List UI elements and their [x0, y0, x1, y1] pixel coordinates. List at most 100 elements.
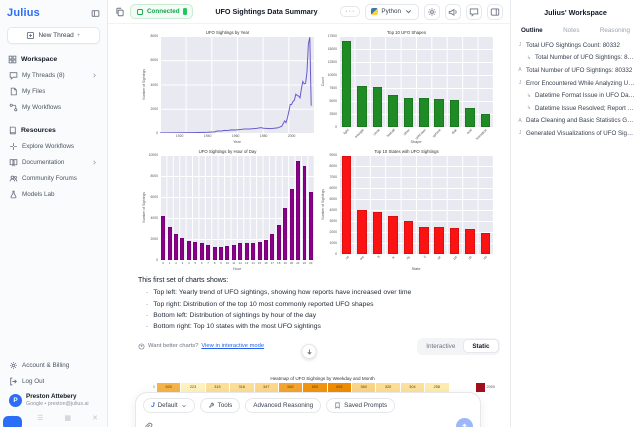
- settings-button[interactable]: [424, 3, 440, 20]
- heatmap-cell[interactable]: 520: [157, 382, 181, 392]
- x-tick: az: [436, 255, 442, 261]
- bar-slot: [339, 36, 354, 127]
- y-tick: 0: [335, 125, 337, 129]
- avatar: P: [9, 393, 22, 407]
- saved-prompts-button[interactable]: Saved Prompts: [326, 398, 396, 413]
- sidebar-item-my-threads-8-[interactable]: My Threads (8): [7, 67, 100, 83]
- outline-item[interactable]: A Data Cleaning and Basic Statistics Gene…: [511, 115, 640, 128]
- x-tick: fireball: [385, 128, 396, 138]
- attach-file-button[interactable]: [143, 422, 153, 427]
- bar-slot: [431, 155, 446, 254]
- people-icon: [9, 174, 18, 183]
- bar: [480, 114, 491, 127]
- tab-outline[interactable]: Outline: [521, 27, 543, 34]
- sidebar-item-models-lab[interactable]: Models Lab: [7, 186, 100, 202]
- connected-status[interactable]: Connected: [130, 4, 193, 19]
- heatmap-cell[interactable]: 582: [278, 382, 303, 392]
- message-composer: J Default Tools Advanced Reasoning Saved P…: [135, 392, 481, 427]
- y-tick: 9000: [329, 153, 337, 157]
- collapse-sidebar-icon[interactable]: [91, 9, 100, 18]
- outline-item[interactable]: J Error Encountered While Analyzing UFO D…: [511, 77, 640, 90]
- close-icon[interactable]: ✕: [92, 414, 98, 422]
- y-tick: 2500: [329, 112, 337, 116]
- tab-reasoning[interactable]: Reasoning: [600, 27, 630, 34]
- chart-title: UFO Sightings by Hour of Day: [198, 149, 257, 154]
- scroll-to-bottom-button[interactable]: [301, 344, 317, 359]
- bar-slot: [401, 155, 416, 254]
- bar: [357, 86, 367, 127]
- x-tick: 5: [194, 261, 197, 265]
- menu-icon[interactable]: ☰: [37, 414, 43, 422]
- sidebar-item-account-billing[interactable]: Account & Billing: [7, 357, 100, 373]
- heatmap-cell[interactable]: 347: [254, 382, 278, 392]
- x-tick: 9: [220, 261, 222, 265]
- heatmap-cell[interactable]: 304: [400, 382, 425, 392]
- x-tick: 19: [283, 261, 287, 265]
- heatmap-cell[interactable]: 223: [181, 382, 205, 392]
- x-tick: oval: [465, 128, 473, 136]
- model-select[interactable]: J Default: [143, 398, 195, 413]
- chat-widget-launcher[interactable]: [3, 416, 22, 427]
- outline-item-text: Total Number of UFO Sightings: 80332: [535, 54, 636, 62]
- sidebar-item-my-workflows[interactable]: My Workflows: [7, 99, 100, 115]
- sidebar-item-logout[interactable]: Log Out: [7, 373, 100, 389]
- toggle-right-panel-button[interactable]: [487, 3, 503, 20]
- heatmap-cell[interactable]: 315: [205, 382, 230, 392]
- toggle-option-interactive[interactable]: Interactive: [418, 340, 463, 352]
- heatmap-cells: 520 223 315 316 347 582 659 698 360 320 304 258: [157, 382, 449, 392]
- sidebar-item-explore-workflows[interactable]: Explore Workflows: [7, 138, 100, 154]
- outline-item[interactable]: J Total UFO Sightings Count: 80332: [511, 39, 640, 52]
- outline-item[interactable]: J Generated Visualizations of UFO Sightin…: [511, 127, 640, 140]
- docs-icon: [9, 158, 18, 167]
- julius-mini-icon: J: [151, 402, 155, 409]
- x-tick: 1940: [203, 134, 212, 138]
- heatmap-cell[interactable]: 320: [376, 382, 400, 392]
- advanced-reasoning-button[interactable]: Advanced Reasoning: [245, 398, 322, 413]
- tab-notes[interactable]: Notes: [563, 27, 579, 34]
- sidebar-item-community-forums[interactable]: Community Forums: [7, 170, 100, 186]
- bar: [283, 208, 288, 260]
- outline-item[interactable]: ↳ Total Number of UFO Sightings: 80332: [511, 52, 640, 65]
- assistant-icon: A: [518, 117, 522, 124]
- bar-slot: [385, 36, 400, 127]
- y-axis-ticks: 0 2500 5000 7500 10000 12500 15000 17500: [326, 34, 339, 129]
- tools-button[interactable]: Tools: [199, 398, 241, 413]
- message-input[interactable]: [153, 423, 456, 427]
- sidebar-item-my-files[interactable]: My Files: [7, 83, 100, 99]
- heatmap-cell[interactable]: 258: [425, 382, 449, 392]
- bar: [388, 94, 398, 127]
- heatmap-cell[interactable]: 360: [352, 382, 376, 392]
- bar: [231, 244, 236, 260]
- outline-item[interactable]: A Total Number of UFO Sightings: 80332: [511, 64, 640, 77]
- toggle-option-static[interactable]: Static: [463, 339, 499, 353]
- heatmap-cell[interactable]: 698: [327, 382, 351, 392]
- bar-slot: [370, 36, 385, 127]
- more-options-button[interactable]: ···: [340, 6, 361, 17]
- x-tick: disk: [450, 128, 458, 136]
- heatmap-cell[interactable]: 316: [230, 382, 254, 392]
- grid-icon[interactable]: ▦: [64, 414, 71, 422]
- y-tick: 8000: [150, 34, 158, 38]
- user-profile[interactable]: P Preston Attebery Google • preston@juli…: [7, 389, 100, 409]
- thread-content: UFO Sightings by Year Number of Sightings…: [108, 24, 510, 427]
- outline-item[interactable]: ↳Datetime Format Issue in UFO Data Repor…: [511, 89, 640, 102]
- bar: [372, 211, 383, 254]
- x-tick: ny: [405, 255, 412, 261]
- outline-item[interactable]: ↳Datetime Issue Resolved; Report Generat…: [511, 102, 640, 115]
- new-thread-button[interactable]: New Thread +: [7, 27, 100, 44]
- announcements-button[interactable]: [445, 3, 461, 20]
- sidebar-section-header: Workspace: [8, 55, 99, 64]
- x-tick: 6: [200, 261, 203, 265]
- runtime-select[interactable]: Python: [365, 3, 419, 20]
- send-button[interactable]: [456, 418, 473, 427]
- x-tick: wa: [359, 255, 365, 261]
- x-tick: 12: [238, 261, 242, 265]
- sidebar-item-documentation[interactable]: Documentation: [7, 154, 100, 170]
- feedback-button[interactable]: [466, 3, 482, 20]
- interactive-mode-link[interactable]: View in interactive mode: [201, 343, 264, 349]
- plot-region: [339, 36, 493, 127]
- bar: [434, 227, 444, 254]
- bar: [193, 241, 198, 260]
- copy-icon[interactable]: [115, 7, 125, 17]
- heatmap-cell[interactable]: 659: [303, 382, 327, 392]
